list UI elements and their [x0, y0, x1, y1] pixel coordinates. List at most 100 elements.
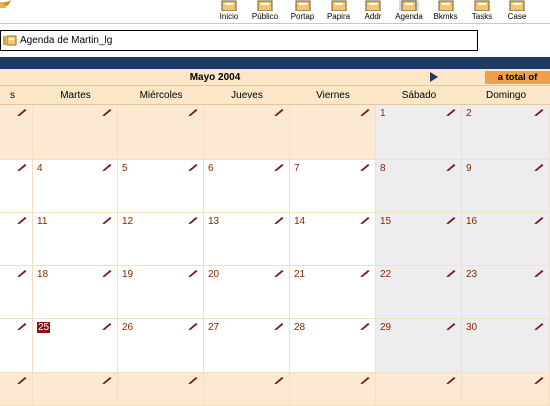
add-event-pencil-icon[interactable]: [446, 322, 456, 330]
day-cell[interactable]: 27: [204, 319, 290, 373]
next-month-icon[interactable]: [430, 72, 438, 82]
add-event-pencil-icon[interactable]: [534, 108, 544, 116]
add-event-pencil-icon[interactable]: [17, 108, 27, 116]
day-cell[interactable]: 5: [118, 160, 204, 213]
day-number[interactable]: 2: [466, 108, 472, 119]
toolbar-button-agenda[interactable]: Agenda: [392, 0, 426, 23]
toolbar-button-inicio[interactable]: Inicio: [214, 0, 244, 23]
day-cell[interactable]: [33, 105, 118, 160]
day-cell[interactable]: [0, 213, 33, 266]
add-event-pencil-icon[interactable]: [102, 108, 112, 116]
add-event-pencil-icon[interactable]: [360, 163, 370, 171]
day-number[interactable]: 14: [294, 216, 305, 227]
day-cell[interactable]: [290, 373, 376, 406]
day-cell[interactable]: [290, 105, 376, 160]
day-number[interactable]: 12: [122, 216, 133, 227]
day-number[interactable]: 11: [37, 216, 47, 227]
day-number[interactable]: 9: [466, 163, 472, 174]
day-number[interactable]: 28: [294, 322, 305, 333]
toolbar-button-tasks[interactable]: Tasks: [467, 0, 497, 23]
add-event-pencil-icon[interactable]: [446, 376, 456, 384]
day-cell[interactable]: 20: [204, 266, 290, 319]
day-cell[interactable]: 19: [118, 266, 204, 319]
day-cell[interactable]: 18: [33, 266, 118, 319]
day-cell[interactable]: [204, 373, 290, 406]
add-event-pencil-icon[interactable]: [446, 108, 456, 116]
day-cell[interactable]: 13: [204, 213, 290, 266]
day-cell[interactable]: 16: [462, 213, 550, 266]
add-event-pencil-icon[interactable]: [446, 216, 456, 224]
day-cell[interactable]: [33, 373, 118, 406]
day-cell[interactable]: 7: [290, 160, 376, 213]
add-event-pencil-icon[interactable]: [17, 269, 27, 277]
today-day-number[interactable]: 25: [37, 322, 51, 333]
day-cell[interactable]: 23: [462, 266, 550, 319]
day-cell[interactable]: 11: [33, 213, 118, 266]
day-number[interactable]: 7: [294, 163, 300, 174]
day-cell[interactable]: [0, 105, 33, 160]
add-event-pencil-icon[interactable]: [534, 216, 544, 224]
toolbar-button-addr[interactable]: Addr: [358, 0, 388, 23]
day-cell[interactable]: 6: [204, 160, 290, 213]
add-event-pencil-icon[interactable]: [534, 376, 544, 384]
add-event-pencil-icon[interactable]: [188, 269, 198, 277]
day-cell[interactable]: 26: [118, 319, 204, 373]
toolbar-button-papira[interactable]: Papira: [322, 0, 355, 23]
day-number[interactable]: 16: [466, 216, 477, 227]
day-cell[interactable]: [118, 373, 204, 406]
day-cell[interactable]: [0, 160, 33, 213]
day-cell[interactable]: 30: [462, 319, 550, 373]
add-event-pencil-icon[interactable]: [534, 322, 544, 330]
day-number[interactable]: 21: [294, 269, 305, 280]
add-event-pencil-icon[interactable]: [360, 216, 370, 224]
add-event-pencil-icon[interactable]: [188, 108, 198, 116]
day-number[interactable]: 19: [122, 269, 133, 280]
add-event-pencil-icon[interactable]: [188, 163, 198, 171]
day-cell[interactable]: [118, 105, 204, 160]
day-number[interactable]: 30: [466, 322, 477, 333]
day-number[interactable]: 8: [380, 163, 386, 174]
day-cell[interactable]: 4: [33, 160, 118, 213]
add-event-pencil-icon[interactable]: [446, 269, 456, 277]
add-event-pencil-icon[interactable]: [102, 322, 112, 330]
add-event-pencil-icon[interactable]: [102, 269, 112, 277]
day-cell[interactable]: [0, 266, 33, 319]
day-number[interactable]: 29: [380, 322, 391, 333]
day-number[interactable]: 27: [208, 322, 219, 333]
day-number[interactable]: 15: [380, 216, 391, 227]
toolbar-button-portap[interactable]: Portap: [286, 0, 319, 23]
day-number[interactable]: 6: [208, 163, 214, 174]
day-number[interactable]: 26: [122, 322, 133, 333]
day-number[interactable]: 23: [466, 269, 477, 280]
day-cell[interactable]: 25: [33, 319, 118, 373]
day-number[interactable]: 22: [380, 269, 391, 280]
day-cell[interactable]: 2: [462, 105, 550, 160]
add-event-pencil-icon[interactable]: [188, 376, 198, 384]
day-cell[interactable]: [376, 373, 462, 406]
add-event-pencil-icon[interactable]: [274, 108, 284, 116]
day-number[interactable]: 20: [208, 269, 219, 280]
day-cell[interactable]: 9: [462, 160, 550, 213]
toolbar-button-bkmks[interactable]: Bkmks: [429, 0, 462, 23]
toolbar-button-case[interactable]: Case: [503, 0, 531, 23]
add-event-pencil-icon[interactable]: [274, 216, 284, 224]
add-event-pencil-icon[interactable]: [360, 376, 370, 384]
add-event-pencil-icon[interactable]: [17, 216, 27, 224]
day-cell[interactable]: [0, 319, 33, 373]
add-event-pencil-icon[interactable]: [274, 163, 284, 171]
add-event-pencil-icon[interactable]: [274, 376, 284, 384]
add-event-pencil-icon[interactable]: [274, 269, 284, 277]
add-event-pencil-icon[interactable]: [102, 376, 112, 384]
toolbar-button-público[interactable]: Público: [247, 0, 283, 23]
day-cell[interactable]: 21: [290, 266, 376, 319]
day-cell[interactable]: 12: [118, 213, 204, 266]
day-cell[interactable]: 14: [290, 213, 376, 266]
day-number[interactable]: 1: [380, 108, 386, 119]
day-number[interactable]: 13: [208, 216, 219, 227]
add-event-pencil-icon[interactable]: [534, 269, 544, 277]
day-number[interactable]: 4: [37, 163, 43, 174]
day-cell[interactable]: 22: [376, 266, 462, 319]
add-event-pencil-icon[interactable]: [360, 269, 370, 277]
add-event-pencil-icon[interactable]: [446, 163, 456, 171]
day-cell[interactable]: 29: [376, 319, 462, 373]
